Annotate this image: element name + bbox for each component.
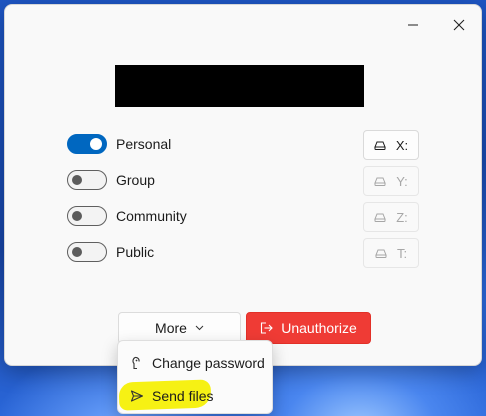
toggle-knob (72, 175, 82, 185)
drive-t-button[interactable]: T: (363, 238, 419, 268)
drive-icon (374, 213, 386, 222)
drive-z-button[interactable]: Z: (363, 202, 419, 232)
personal-toggle[interactable] (67, 134, 107, 154)
sign-out-icon (261, 322, 274, 334)
toggle-knob (72, 211, 82, 221)
group-label: Group (116, 172, 155, 188)
close-button[interactable] (437, 9, 481, 41)
public-toggle[interactable] (67, 242, 107, 262)
drive-y-label: Y: (396, 173, 408, 189)
drive-x-label: X: (395, 137, 409, 153)
redacted-banner (115, 65, 364, 107)
toggle-knob (90, 138, 102, 150)
close-icon (453, 19, 465, 31)
personal-label: Personal (116, 136, 172, 152)
group-toggle[interactable] (67, 170, 107, 190)
community-toggle[interactable] (67, 206, 107, 226)
chevron-down-icon (195, 325, 204, 331)
minimize-button[interactable] (391, 9, 435, 41)
community-label: Community (116, 208, 187, 224)
toggle-row-public: Public (67, 237, 154, 267)
menu-item-change-password[interactable]: Change password (122, 349, 269, 377)
menu-item-label: Change password (152, 355, 265, 371)
more-label: More (155, 320, 187, 336)
toggle-row-community: Community (67, 201, 187, 231)
drive-z-label: Z: (396, 209, 408, 225)
drive-icon (374, 141, 386, 150)
send-icon (130, 390, 144, 402)
drive-y-button[interactable]: Y: (363, 166, 419, 196)
minimize-icon (408, 24, 418, 26)
toggle-knob (72, 247, 82, 257)
public-label: Public (116, 244, 155, 260)
drive-icon (375, 249, 387, 258)
drive-t-label: T: (396, 245, 408, 261)
toggle-row-group: Group (67, 165, 155, 195)
menu-item-label: Send files (152, 388, 214, 404)
drive-x-button[interactable]: X: (363, 130, 419, 160)
unauthorize-label: Unauthorize (281, 320, 357, 336)
drive-icon (374, 177, 386, 186)
more-menu: Change password Send files (117, 340, 273, 414)
drive-mapping-dialog: Personal Group Community Public X: Y: Z:… (4, 4, 482, 366)
toggle-row-personal: Personal (67, 129, 171, 159)
password-icon (132, 356, 140, 370)
menu-item-send-files[interactable]: Send files (122, 382, 269, 410)
